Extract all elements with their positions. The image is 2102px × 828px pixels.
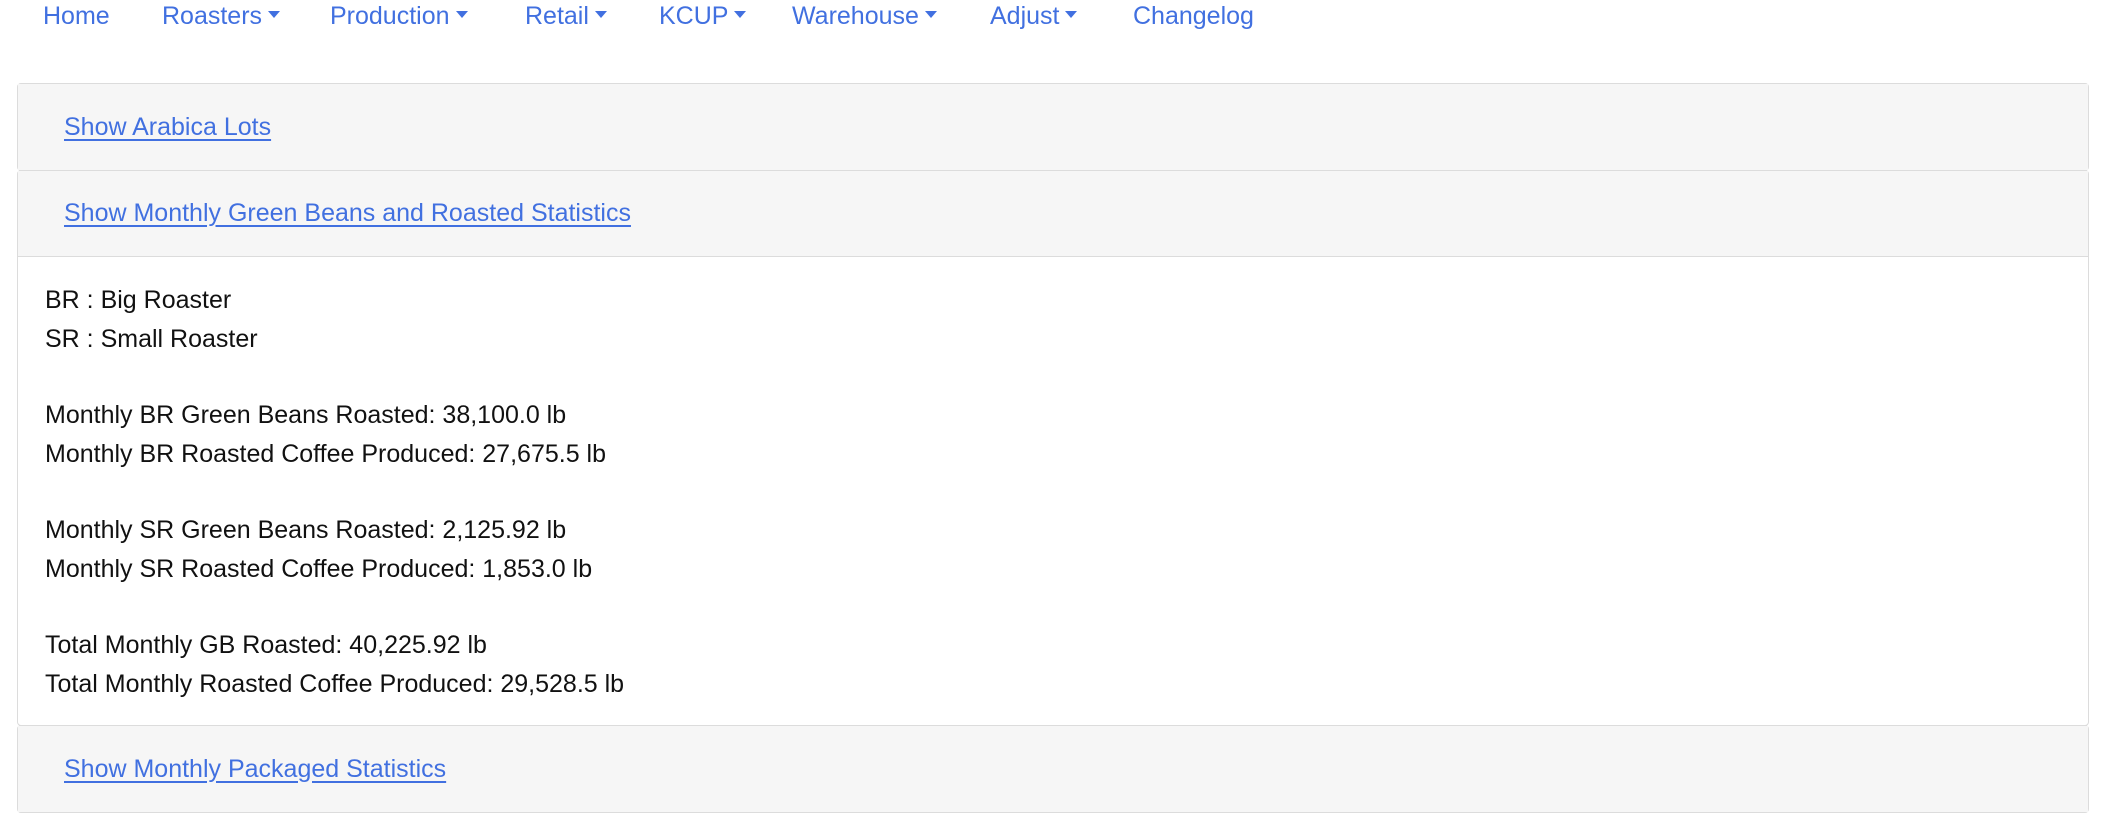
nav-kcup-label: KCUP [659,2,729,30]
nav-retail-dropdown[interactable]: Retail [525,0,607,32]
green-roasted-stats-body: BR : Big Roaster SR : Small Roaster Mont… [18,257,2088,725]
nav-warehouse-dropdown[interactable]: Warehouse [792,0,937,32]
legend-small-roaster: SR : Small Roaster [45,324,258,353]
br-green-beans-roasted: Monthly BR Green Beans Roasted: 38,100.0… [45,401,567,429]
nav-changelog[interactable]: Changelog [1133,0,1254,32]
packaged-stats-header[interactable]: Show Monthly Packaged Statistics [18,726,2088,812]
show-packaged-stats-link[interactable]: Show Monthly Packaged Statistics [64,755,446,784]
statistics-accordion: Show Arabica Lots Show Monthly Green Bea… [17,83,2089,813]
nav-production-label: Production [330,2,450,30]
arabica-lots-card: Show Arabica Lots [17,83,2089,171]
br-roasted-coffee-produced: Monthly BR Roasted Coffee Produced: 27,6… [45,439,606,468]
caret-down-icon [455,10,468,18]
nav-changelog-label: Changelog [1133,2,1254,30]
legend-big-roaster: BR : Big Roaster [45,286,232,314]
top-navbar: Home Roasters Production Retail KCUP War… [0,0,2102,40]
nav-home[interactable]: Home [43,0,110,32]
green-roasted-stats-header[interactable]: Show Monthly Green Beans and Roasted Sta… [18,171,2088,257]
nav-roasters-label: Roasters [162,2,263,30]
caret-down-icon [594,10,607,18]
nav-production-dropdown[interactable]: Production [330,0,468,32]
nav-kcup-dropdown[interactable]: KCUP [659,0,747,32]
divider [45,358,2061,396]
nav-roasters-dropdown[interactable]: Roasters [162,0,281,32]
total-roasted-coffee-produced: Total Monthly Roasted Coffee Produced: 2… [45,669,625,698]
total-gb-roasted: Total Monthly GB Roasted: 40,225.92 lb [45,631,487,659]
sr-roasted-coffee-produced: Monthly SR Roasted Coffee Produced: 1,85… [45,554,593,583]
sr-green-beans-roasted: Monthly SR Green Beans Roasted: 2,125.92… [45,516,567,544]
show-arabica-lots-link[interactable]: Show Arabica Lots [64,113,271,142]
show-green-roasted-stats-link[interactable]: Show Monthly Green Beans and Roasted Sta… [64,199,631,228]
divider [45,473,2061,511]
divider [45,588,2061,626]
packaged-stats-card: Show Monthly Packaged Statistics [17,725,2089,813]
caret-down-icon [1065,10,1078,18]
nav-adjust-dropdown[interactable]: Adjust [990,0,1078,32]
caret-down-icon [924,10,937,18]
nav-home-label: Home [43,2,110,30]
nav-adjust-label: Adjust [990,2,1060,30]
arabica-lots-header[interactable]: Show Arabica Lots [18,84,2088,170]
green-roasted-stats-card: Show Monthly Green Beans and Roasted Sta… [17,170,2089,726]
nav-warehouse-label: Warehouse [792,2,919,30]
nav-retail-label: Retail [525,2,589,30]
caret-down-icon [734,10,747,18]
caret-down-icon [268,10,281,18]
